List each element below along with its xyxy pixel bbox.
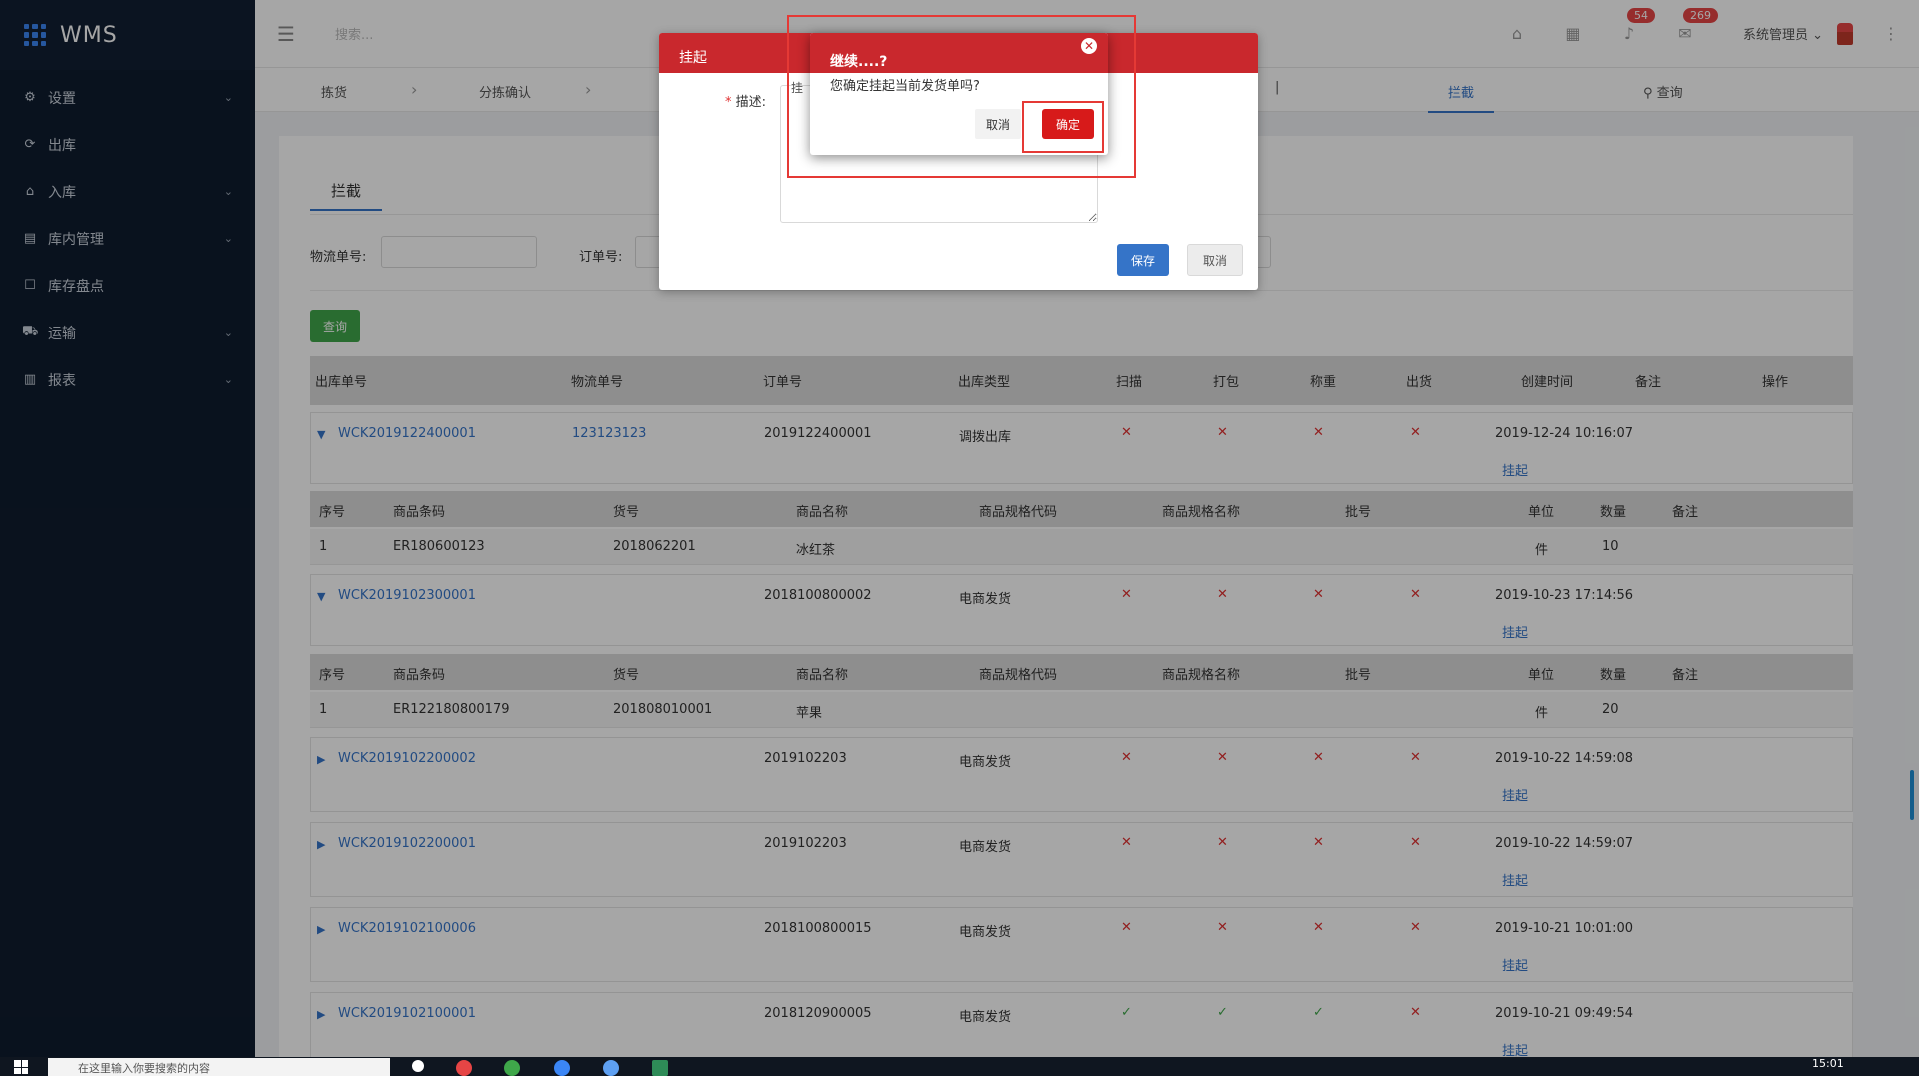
taskbar-search[interactable]: 在这里输入你要搜索的内容 <box>48 1058 390 1076</box>
search-icon[interactable] <box>412 1060 424 1072</box>
wechat-app-icon[interactable] <box>504 1060 520 1076</box>
browser-app-icon[interactable] <box>603 1060 619 1076</box>
highlight-box <box>787 15 1136 178</box>
taskbar: 在这里输入你要搜索的内容 15:01 <box>0 1057 1919 1076</box>
description-label-text: 描述: <box>735 95 767 110</box>
save-button[interactable]: 保存 <box>1117 244 1169 276</box>
chrome-app-icon[interactable] <box>456 1060 472 1076</box>
description-label: * 描述: <box>725 91 766 110</box>
excel-app-icon[interactable] <box>652 1060 668 1076</box>
windows-start-icon[interactable] <box>14 1060 28 1074</box>
highlight-box <box>1022 101 1104 153</box>
cancel-button[interactable]: 取消 <box>1187 244 1243 276</box>
mail-app-icon[interactable] <box>554 1060 570 1076</box>
taskbar-clock: 15:01 <box>1812 1057 1844 1070</box>
required-mark: * <box>725 95 732 110</box>
